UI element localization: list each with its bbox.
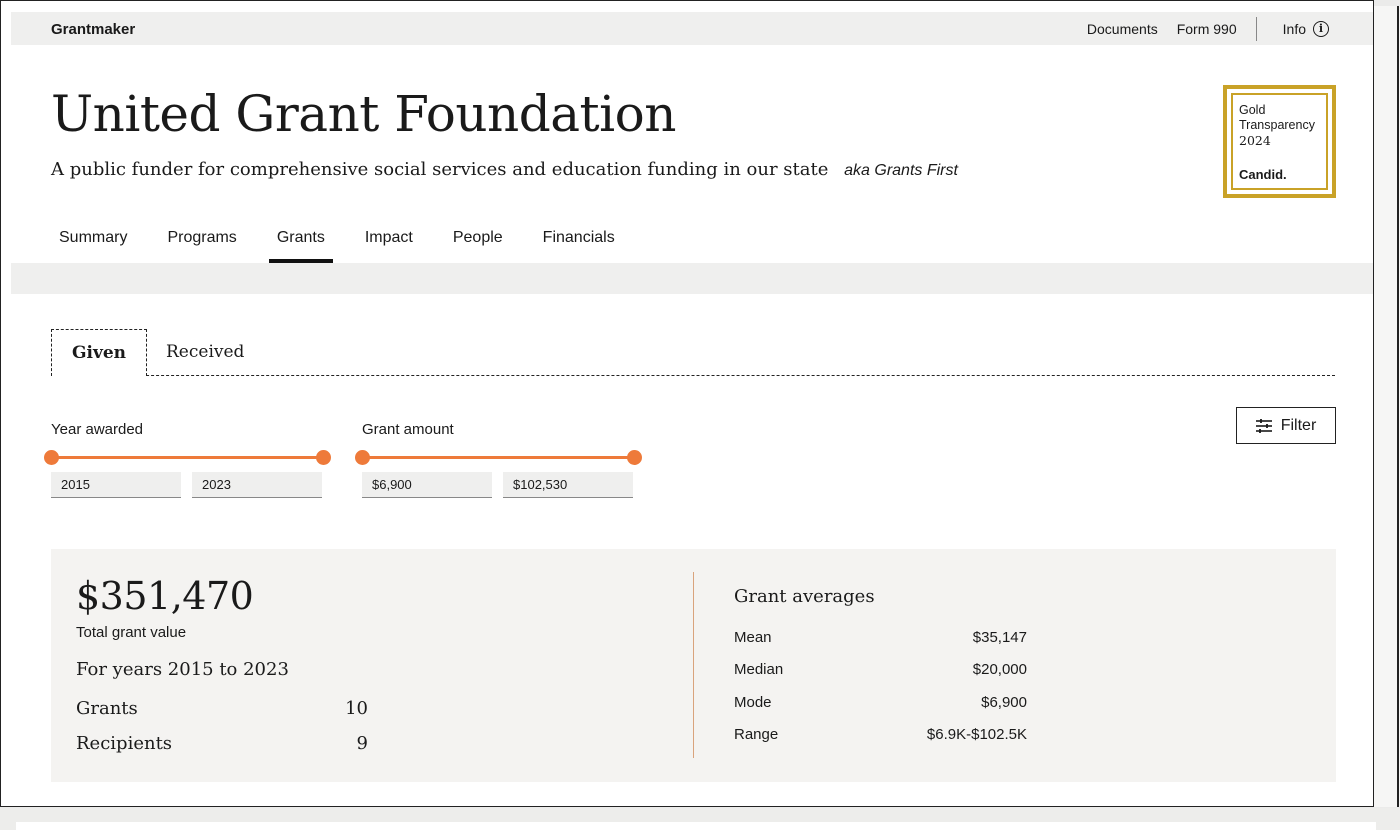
filter-button-label: Filter (1280, 416, 1317, 434)
main-tabs: Summary Programs Grants Impact People Fi… (51, 219, 647, 263)
average-value: $35,147 (972, 629, 1027, 646)
amount-filter-label: Grant amount (362, 421, 454, 438)
grant-summary-panel: $351,470 Total grant value For years 201… (51, 549, 1336, 782)
tab-summary[interactable]: Summary (51, 219, 135, 263)
panel-divider (693, 572, 694, 758)
page-title: United Grant Foundation (51, 85, 676, 143)
subtab-given[interactable]: Given (51, 329, 147, 376)
average-value: $6,900 (981, 694, 1027, 711)
tab-impact[interactable]: Impact (357, 219, 421, 263)
average-row-mean: Mean $35,147 (734, 629, 1027, 646)
tab-people[interactable]: People (445, 219, 511, 263)
tab-financials[interactable]: Financials (535, 219, 623, 263)
years-range-text: For years 2015 to 2023 (76, 659, 289, 680)
recipients-count-row: Recipients 9 (76, 733, 368, 754)
grants-count-row: Grants 10 (76, 698, 368, 719)
tagline-text: A public funder for comprehensive social… (51, 159, 829, 180)
average-label: Mode (734, 694, 772, 711)
total-grant-label: Total grant value (76, 624, 187, 641)
average-row-median: Median $20,000 (734, 661, 1027, 678)
average-value: $6.9K-$102.5K (926, 726, 1027, 743)
amount-slider-track (362, 456, 635, 459)
averages-title: Grant averages (734, 586, 875, 607)
info-icon: i (1313, 20, 1329, 37)
grants-value: 10 (345, 698, 368, 719)
year-range-slider[interactable] (44, 450, 331, 465)
seal-org: Candid. (1239, 167, 1287, 182)
recipients-label: Recipients (76, 733, 173, 754)
documents-link[interactable]: Documents (1087, 21, 1158, 37)
tab-programs[interactable]: Programs (159, 219, 244, 263)
amount-slider-min-handle[interactable] (355, 450, 370, 465)
app-window: Grantmaker Documents Form 990 Info i Uni… (0, 0, 1374, 807)
average-value: $20,000 (972, 661, 1027, 678)
seal-line-1: Gold (1239, 103, 1266, 117)
seal-text: Gold Transparency 2024 (1239, 103, 1315, 148)
aka-name: aka Grants First (844, 162, 958, 179)
tab-grants[interactable]: Grants (268, 219, 333, 263)
grants-label: Grants (76, 698, 138, 719)
top-links: Documents Form 990 Info i (1087, 12, 1329, 45)
seal-line-2: Transparency (1239, 118, 1315, 132)
year-slider-min-handle[interactable] (44, 450, 59, 465)
recipients-value: 9 (356, 733, 368, 754)
seal-year: 2024 (1239, 133, 1271, 148)
year-max-input[interactable]: 2023 (192, 472, 322, 498)
year-filter-label: Year awarded (51, 421, 144, 438)
transparency-seal[interactable]: Gold Transparency 2024 Candid. (1223, 85, 1336, 198)
form-990-link[interactable]: Form 990 (1177, 21, 1237, 37)
sliders-icon (1255, 418, 1272, 433)
amount-min-input[interactable]: $6,900 (362, 472, 492, 498)
year-slider-max-handle[interactable] (316, 450, 331, 465)
top-bar: Grantmaker Documents Form 990 Info i (11, 12, 1373, 45)
average-label: Mean (734, 629, 772, 646)
total-grant-value: $351,470 (76, 574, 254, 618)
year-slider-track (51, 456, 324, 459)
section-divider-band (11, 263, 1373, 294)
subtab-received[interactable]: Received (166, 329, 244, 375)
top-divider (1255, 16, 1257, 41)
background-window-border (1397, 6, 1399, 807)
average-label: Median (734, 661, 784, 678)
background-window-bottom-inner (16, 822, 1376, 830)
average-label: Range (734, 726, 779, 743)
amount-range-slider[interactable] (355, 450, 642, 465)
year-min-input[interactable]: 2015 (51, 472, 181, 498)
average-row-mode: Mode $6,900 (734, 694, 1027, 711)
brand-logo[interactable]: Grantmaker (51, 21, 135, 38)
org-tagline: A public funder for comprehensive social… (51, 159, 958, 180)
background-window-bottom (0, 808, 1400, 830)
average-row-range: Range $6.9K-$102.5K (734, 726, 1027, 743)
grant-direction-tabs: Given Received (51, 329, 1335, 376)
filter-button[interactable]: Filter (1236, 407, 1336, 444)
amount-slider-max-handle[interactable] (627, 450, 642, 465)
info-button[interactable]: Info i (1282, 20, 1329, 37)
amount-max-input[interactable]: $102,530 (503, 472, 633, 498)
info-label: Info (1282, 20, 1306, 37)
